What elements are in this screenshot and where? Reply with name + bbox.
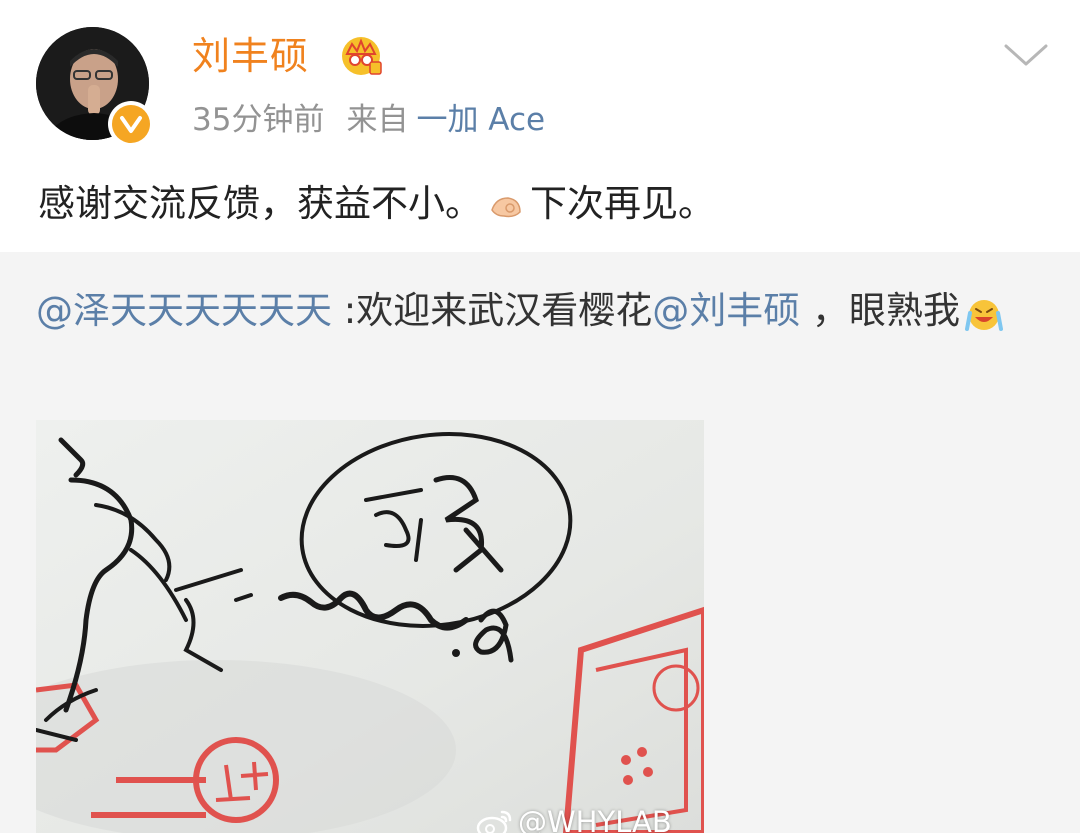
attached-image[interactable]: @WHYLAB	[36, 420, 704, 833]
ok-hand-emoji-icon	[491, 196, 521, 217]
watermark-text: @WHYLAB	[518, 805, 672, 833]
weibo-logo-icon	[476, 810, 512, 833]
username[interactable]: 刘丰硕	[192, 30, 309, 82]
laughing-crying-emoji-icon	[965, 299, 1003, 331]
post-text: 感谢交流反馈，获益不小。 下次再见。	[38, 178, 715, 230]
signature-image	[36, 420, 704, 833]
original-post: 刘丰硕 35分钟前 来自 一加 Ace 感谢交流反馈，获益不小。 下次再见。	[0, 0, 1080, 252]
image-watermark: @WHYLAB	[476, 805, 672, 833]
repost-text-2: ，眼熟我	[800, 289, 960, 332]
from-label: 来自	[346, 102, 409, 138]
post-meta: 35分钟前 来自 一加 Ace	[192, 100, 545, 140]
post-source[interactable]: 一加 Ace	[416, 102, 545, 138]
post-text-part1: 感谢交流反馈，获益不小。	[38, 182, 482, 225]
mention-link[interactable]: @刘丰硕	[652, 289, 800, 332]
mention-link[interactable]: @泽天天天天天天	[36, 289, 332, 332]
post-text-part2: 下次再见。	[530, 182, 715, 225]
post-time: 35分钟前	[192, 102, 325, 138]
vip-crown-icon[interactable]	[338, 32, 384, 78]
repost-text: @泽天天天天天天 :欢迎来武汉看樱花@刘丰硕 ，眼熟我	[36, 282, 1046, 340]
chevron-down-icon[interactable]	[1002, 40, 1050, 70]
verified-badge-icon	[108, 101, 154, 147]
repost-text-1: :欢迎来武汉看樱花	[332, 289, 653, 332]
